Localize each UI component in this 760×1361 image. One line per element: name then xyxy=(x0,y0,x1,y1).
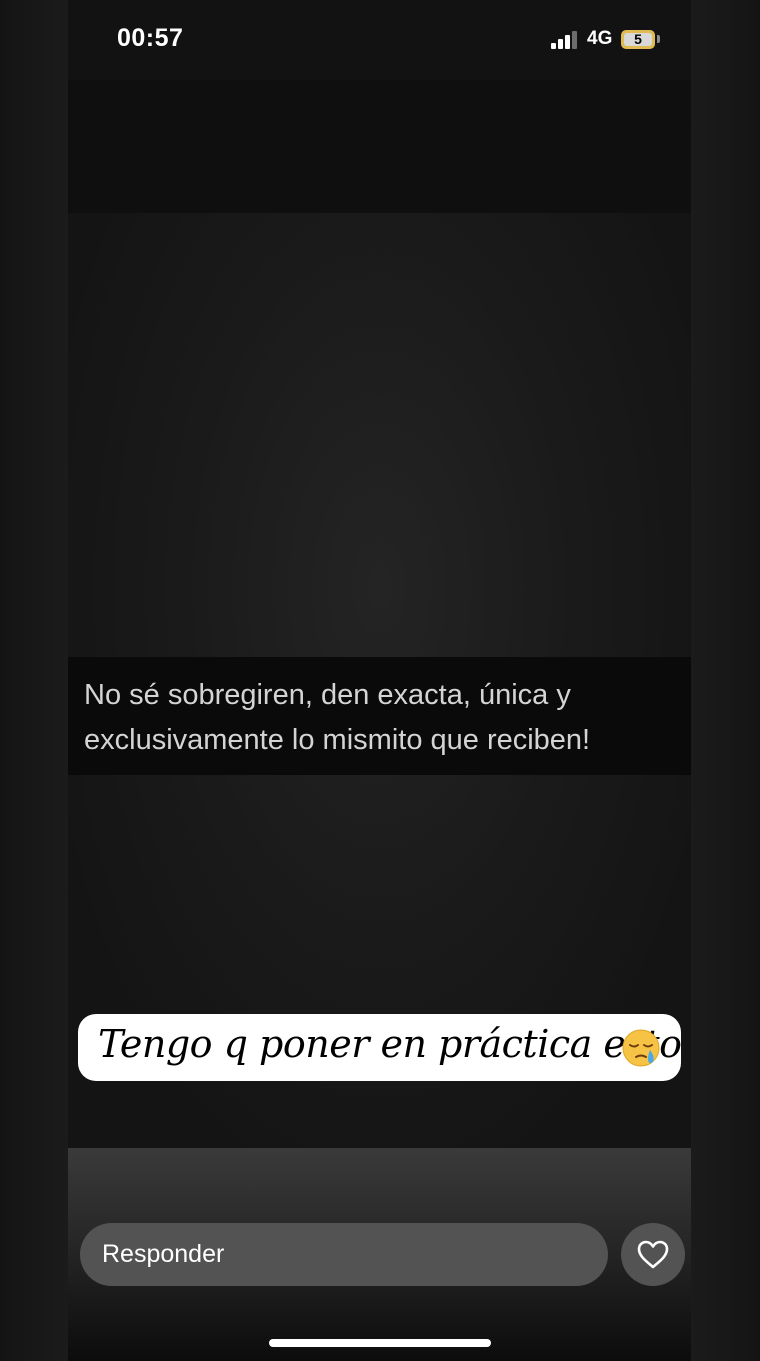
home-indicator[interactable] xyxy=(269,1339,491,1347)
status-bar: 00:57 4G 5 xyxy=(0,0,760,80)
like-button[interactable] xyxy=(621,1223,685,1286)
battery-level: 5 xyxy=(624,32,652,46)
signal-icon xyxy=(551,31,577,49)
heart-icon xyxy=(637,1240,669,1269)
quote-card: No sé sobregiren, den exacta, única y ex… xyxy=(68,657,691,775)
clock: 00:57 xyxy=(117,24,184,52)
quote-text: No sé sobregiren, den exacta, única y ex… xyxy=(84,679,591,756)
sleepy-face-emoji-icon xyxy=(622,1029,660,1067)
battery-icon: 5 xyxy=(621,30,655,49)
caption-sticker: Tengo q poner en práctica esto xyxy=(78,1014,682,1081)
reply-input[interactable]: Responder xyxy=(80,1223,608,1286)
network-type: 4G xyxy=(587,28,613,49)
battery-tip xyxy=(657,35,660,43)
story-view[interactable]: No sé sobregiren, den exacta, única y ex… xyxy=(68,80,691,1361)
caption-text: Tengo q poner en práctica esto xyxy=(98,1022,682,1066)
right-backdrop xyxy=(691,0,760,1361)
left-backdrop xyxy=(0,0,68,1361)
reply-placeholder: Responder xyxy=(102,1240,225,1268)
